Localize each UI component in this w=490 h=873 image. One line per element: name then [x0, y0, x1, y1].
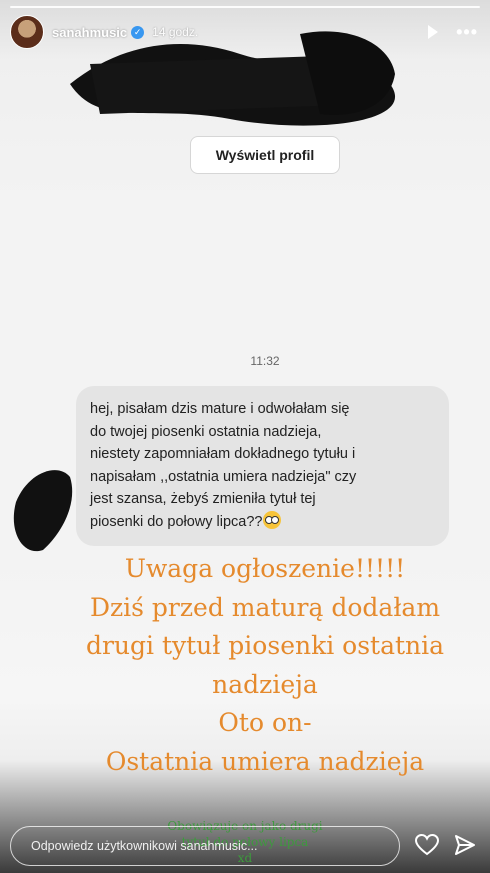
- redaction-avatar-scribble: [13, 470, 73, 552]
- story-canvas: sanahmusic ✓ 14 godz. ••• Ob… R… obse… ……: [0, 0, 490, 873]
- announcement-line: nadzieja: [212, 669, 318, 699]
- more-icon[interactable]: •••: [456, 23, 478, 41]
- message-timestamp: 11:32: [250, 354, 280, 368]
- heart-icon[interactable]: [415, 834, 439, 856]
- avatar[interactable]: [10, 15, 44, 49]
- view-profile-button[interactable]: Wyświetl profil: [190, 136, 340, 174]
- message-line-last: piosenki do połowy lipca??: [90, 510, 437, 534]
- announcement-line: Oto on-: [218, 708, 312, 737]
- redaction-scribble: [70, 31, 396, 126]
- message-line: hej, pisałam dzis mature i odwołałam się: [90, 401, 350, 417]
- announcement-line: Ostatnia umiera nadzieja: [105, 746, 425, 776]
- message-line: jest szansa, żebyś zmieniła tytuł tej: [90, 491, 316, 507]
- play-icon[interactable]: [428, 25, 439, 39]
- message-line: napisałam ,,ostatnia umiera nadzieja" cz…: [90, 468, 357, 485]
- message-line: piosenki do połowy lipca??: [90, 513, 263, 530]
- announcement-line: Dziś przed maturą dodałam: [89, 592, 441, 622]
- message-line: niestety zapomniałam dokładnego tytułu i: [90, 446, 356, 462]
- announcement-line: Uwaga ogłoszenie!!!!!: [124, 554, 406, 583]
- message-line: do twojej piosenki ostatnia nadzieja,: [90, 423, 322, 440]
- pleading-face-emoji-icon: [262, 510, 281, 529]
- send-icon[interactable]: [454, 834, 476, 856]
- announcement-line: drugi tytuł piosenki ostatnia: [85, 631, 445, 660]
- story-actions: •••: [428, 23, 478, 41]
- story-progress-bar: [10, 6, 480, 8]
- reply-input[interactable]: Odpowiedz użytkownikowi sanahmusic...: [10, 826, 400, 866]
- announcement-text: Uwaga ogłoszenie!!!!! Dziś przed maturą …: [0, 550, 490, 781]
- message-bubble: hej, pisałam dzis mature i odwołałam się…: [76, 386, 449, 546]
